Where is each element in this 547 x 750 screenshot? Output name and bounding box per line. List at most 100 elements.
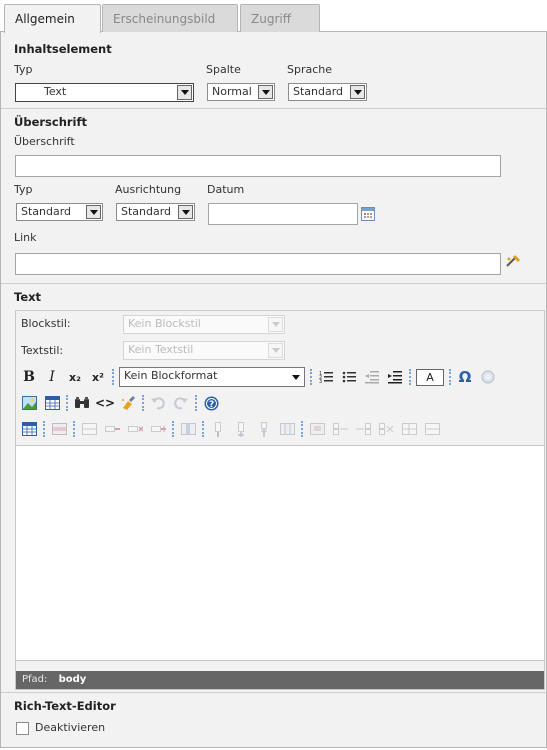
cell-delete-icon[interactable] bbox=[377, 420, 395, 438]
content-type-value: Text bbox=[44, 85, 67, 98]
header-type-select[interactable]: Standard bbox=[16, 203, 103, 221]
column-value: Normal bbox=[212, 85, 252, 98]
toolbar-separator bbox=[142, 395, 144, 411]
tab-erscheinungsbild[interactable]: Erscheinungsbild bbox=[102, 4, 238, 32]
find-replace-icon[interactable] bbox=[73, 394, 91, 412]
disable-rte-checkbox[interactable] bbox=[16, 722, 29, 735]
column-select[interactable]: Normal bbox=[207, 83, 275, 101]
link-input[interactable] bbox=[15, 253, 501, 275]
spellcheck-icon[interactable] bbox=[479, 368, 497, 386]
row-properties-icon[interactable] bbox=[50, 420, 68, 438]
align-label: Ausrichtung bbox=[115, 183, 182, 196]
italic-button[interactable]: I bbox=[43, 368, 61, 386]
column-split-icon[interactable] bbox=[278, 420, 296, 438]
column-insert-after-icon[interactable] bbox=[232, 420, 250, 438]
table-properties-icon[interactable] bbox=[20, 420, 38, 438]
tab-allgemein[interactable]: Allgemein bbox=[4, 4, 101, 33]
language-select[interactable]: Standard bbox=[288, 83, 367, 101]
tab-bar: Allgemein Erscheinungsbild Zugriff bbox=[0, 0, 547, 33]
header-label: Überschrift bbox=[14, 135, 75, 148]
chevron-down-icon bbox=[258, 85, 273, 99]
image-icon[interactable] bbox=[20, 394, 38, 412]
chevron-down-icon bbox=[86, 205, 101, 219]
chevron-down-icon bbox=[288, 369, 303, 385]
row-delete-icon[interactable] bbox=[126, 420, 144, 438]
clean-formatting-icon[interactable] bbox=[119, 394, 137, 412]
toolbar-separator bbox=[43, 421, 45, 437]
path-bar: Pfad: body bbox=[16, 671, 544, 689]
type-label: Typ bbox=[14, 63, 33, 76]
cell-insert-after-icon[interactable] bbox=[354, 420, 372, 438]
special-character-icon[interactable]: Ω bbox=[456, 368, 474, 386]
outdent-icon[interactable] bbox=[363, 368, 381, 386]
column-insert-before-icon[interactable] bbox=[209, 420, 227, 438]
svg-text:?: ? bbox=[209, 400, 214, 410]
cell-split-icon[interactable] bbox=[400, 420, 418, 438]
toolbar-row-1: B I x₂ x² Kein Blockformat 123 A Ω bbox=[20, 366, 497, 388]
unordered-list-icon[interactable] bbox=[340, 368, 358, 386]
bold-button[interactable]: B bbox=[20, 368, 38, 386]
toolbar-row-2: <> ? bbox=[20, 392, 220, 414]
path-label: Pfad: bbox=[22, 674, 48, 685]
table-icon[interactable] bbox=[43, 394, 61, 412]
chevron-down-icon bbox=[177, 85, 192, 100]
section-title-header: Überschrift bbox=[14, 115, 88, 129]
redo-icon[interactable] bbox=[172, 394, 190, 412]
chevron-down-icon bbox=[350, 85, 365, 99]
toolbar-separator bbox=[202, 421, 204, 437]
align-select[interactable]: Standard bbox=[116, 203, 195, 221]
section-divider bbox=[1, 283, 546, 284]
blockstyle-value: Kein Blockstil bbox=[128, 317, 201, 330]
column-delete-icon[interactable] bbox=[255, 420, 273, 438]
toolbar-separator bbox=[66, 395, 68, 411]
editor-content-area[interactable] bbox=[16, 445, 544, 661]
blockstyle-label: Blockstil: bbox=[21, 317, 71, 330]
toolbar-row-3 bbox=[20, 418, 441, 440]
toolbar-separator bbox=[409, 369, 411, 385]
path-value[interactable]: body bbox=[59, 674, 87, 685]
section-title-text: Text bbox=[14, 290, 42, 304]
textstyle-value: Kein Textstil bbox=[128, 343, 194, 356]
toolbar-separator bbox=[195, 395, 197, 411]
subscript-button[interactable]: x₂ bbox=[66, 368, 84, 386]
textstyle-select: Kein Textstil bbox=[123, 341, 285, 360]
row-split-icon[interactable] bbox=[149, 420, 167, 438]
ordered-list-icon[interactable]: 123 bbox=[317, 368, 335, 386]
indent-icon[interactable] bbox=[386, 368, 404, 386]
link-wizard-icon[interactable] bbox=[505, 254, 521, 270]
cell-merge-icon[interactable] bbox=[423, 420, 441, 438]
html-source-icon[interactable]: <> bbox=[95, 394, 115, 412]
row-insert-below-icon[interactable] bbox=[103, 420, 121, 438]
date-input[interactable] bbox=[208, 203, 358, 225]
header-type-label: Typ bbox=[14, 183, 33, 196]
textstyle-label: Textstil: bbox=[21, 344, 64, 357]
toolbar-separator bbox=[449, 369, 451, 385]
toolbar-separator bbox=[112, 369, 114, 385]
language-value: Standard bbox=[293, 85, 344, 98]
text-color-button[interactable]: A bbox=[416, 368, 444, 386]
column-label: Spalte bbox=[206, 63, 241, 76]
undo-icon[interactable] bbox=[149, 394, 167, 412]
header-input[interactable] bbox=[15, 155, 501, 177]
svg-text:3: 3 bbox=[319, 379, 322, 384]
rich-text-editor: Blockstil: Kein Blockstil Textstil: Kein… bbox=[15, 310, 545, 690]
cell-insert-before-icon[interactable] bbox=[331, 420, 349, 438]
link-label: Link bbox=[14, 231, 37, 244]
toolbar-separator bbox=[172, 421, 174, 437]
row-insert-above-icon[interactable] bbox=[80, 420, 98, 438]
section-divider bbox=[1, 692, 546, 693]
chevron-down-icon bbox=[268, 343, 283, 358]
calendar-icon[interactable] bbox=[361, 207, 375, 221]
toolbar-separator bbox=[301, 421, 303, 437]
superscript-button[interactable]: x² bbox=[89, 368, 107, 386]
column-properties-icon[interactable] bbox=[179, 420, 197, 438]
header-type-value: Standard bbox=[21, 205, 72, 218]
form-panel: Inhaltselement Typ Text Spalte Normal Sp… bbox=[0, 32, 547, 748]
blockformat-select[interactable]: Kein Blockformat bbox=[119, 367, 305, 387]
help-icon[interactable]: ? bbox=[202, 394, 220, 412]
tab-zugriff[interactable]: Zugriff bbox=[240, 4, 320, 32]
cell-properties-icon[interactable] bbox=[308, 420, 326, 438]
section-divider bbox=[1, 108, 546, 109]
content-type-select[interactable]: Text bbox=[15, 83, 194, 102]
toolbar-separator bbox=[73, 421, 75, 437]
